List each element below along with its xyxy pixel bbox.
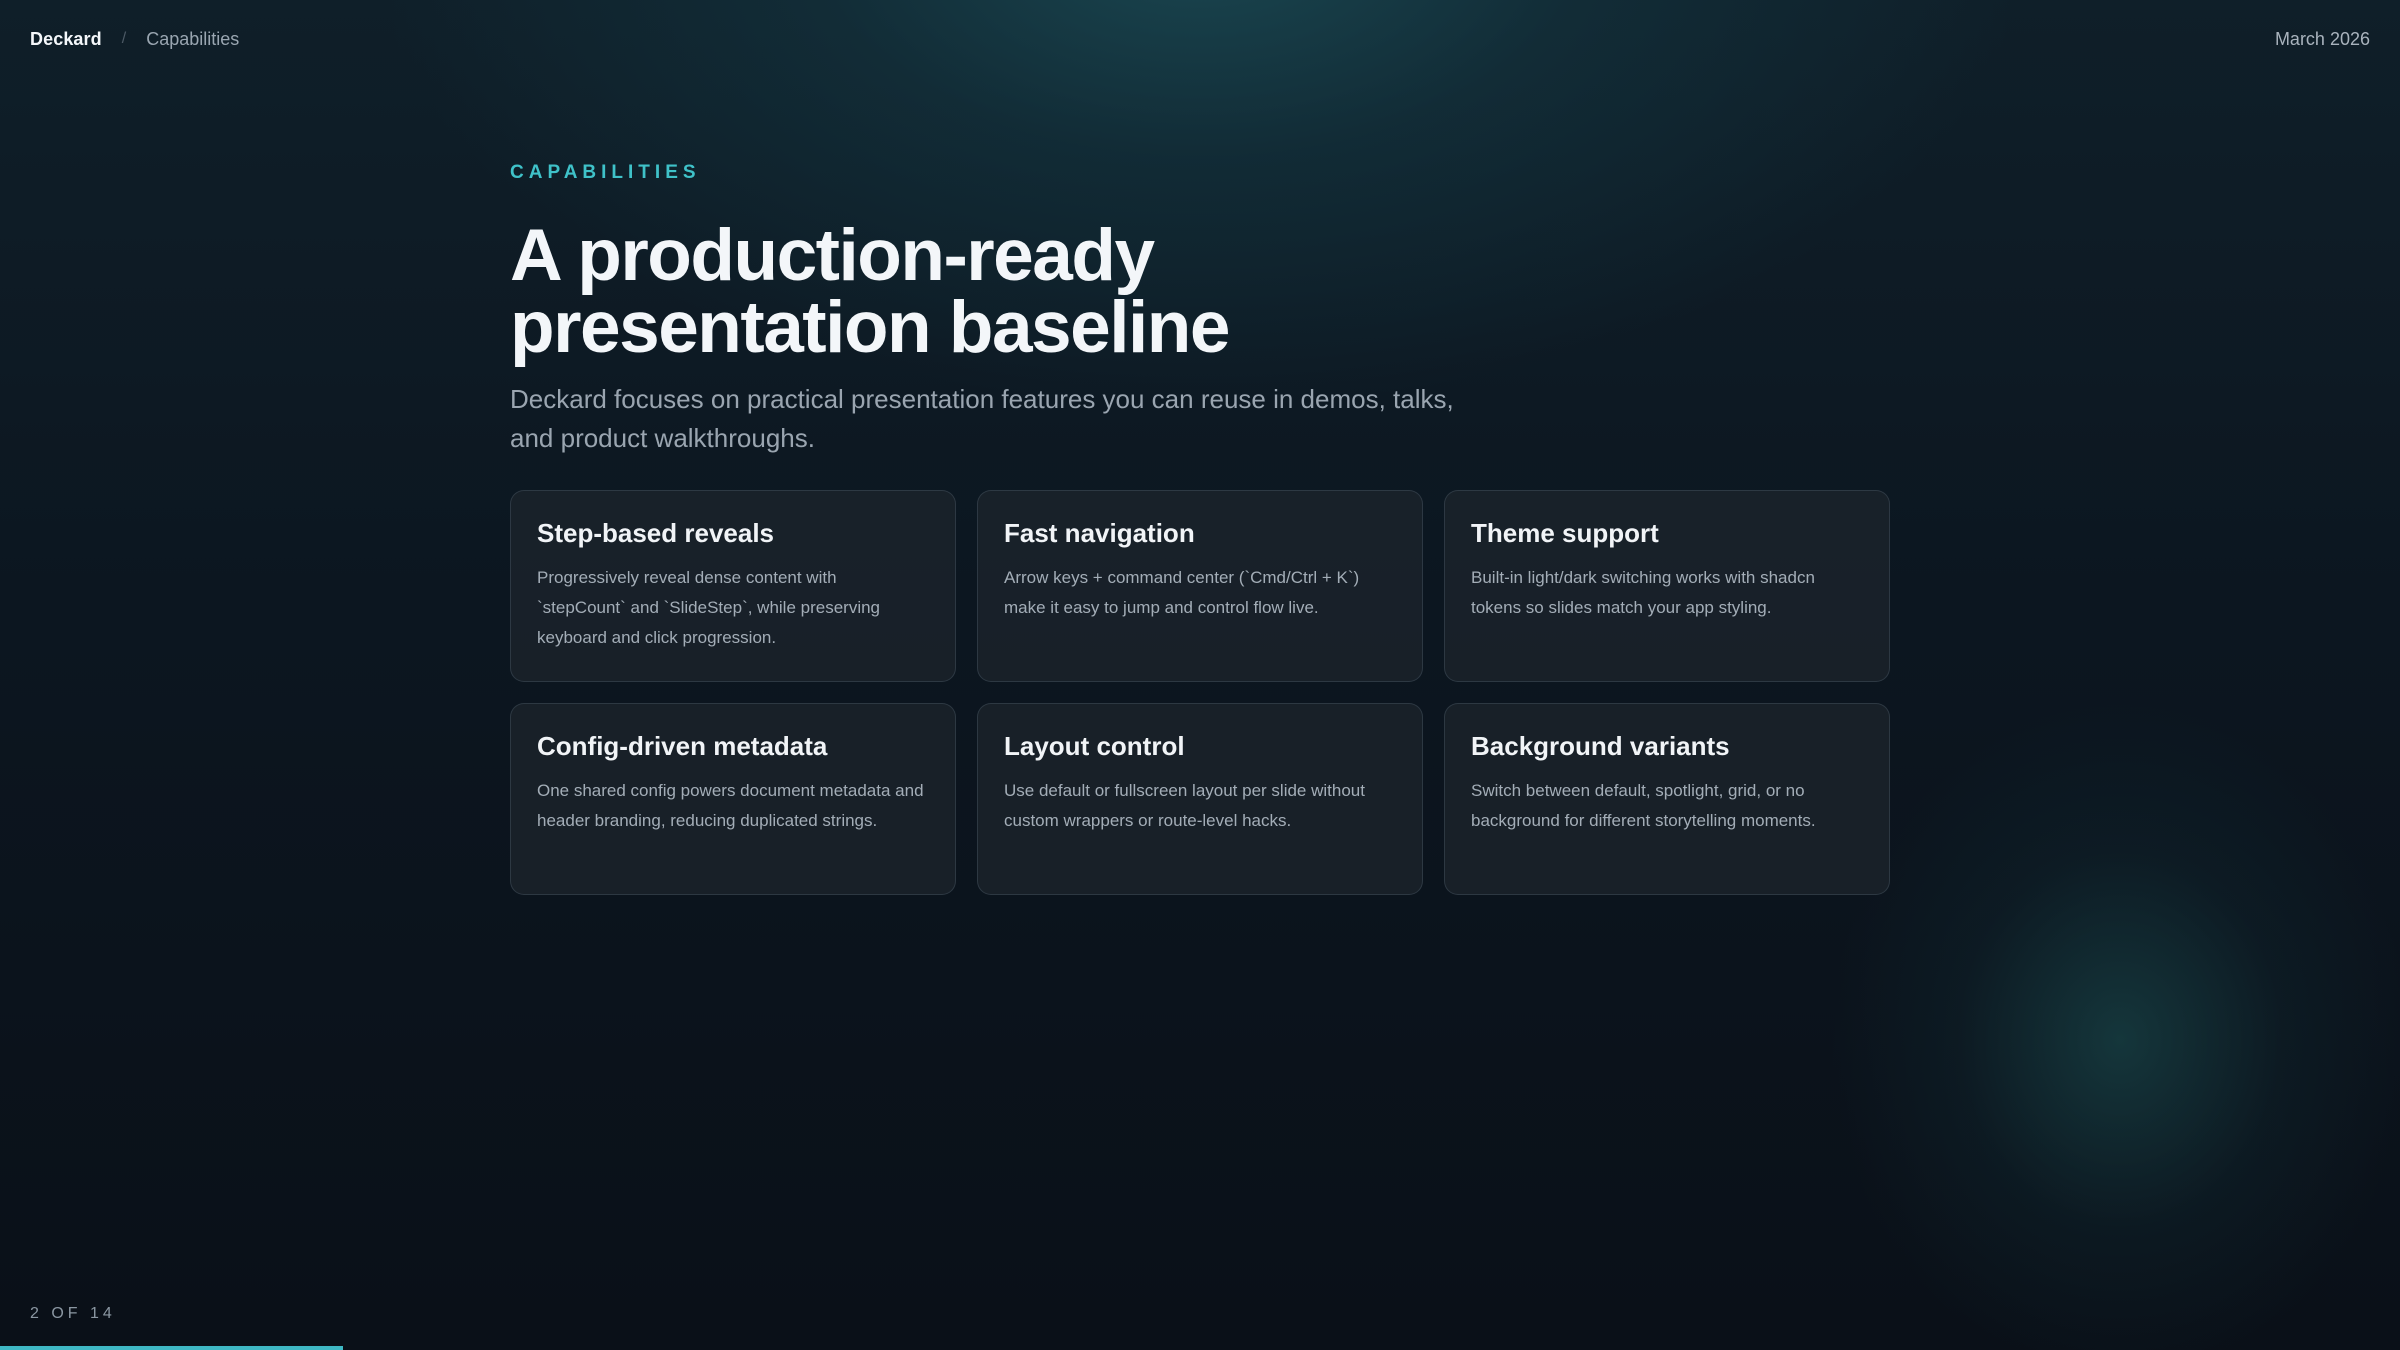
- slide-title: A production-ready presentation baseline: [510, 219, 1890, 364]
- slide-eyebrow: CAPABILITIES: [510, 162, 701, 183]
- feature-card-description: One shared config powers document metada…: [537, 781, 924, 830]
- feature-card-description: Arrow keys + command center (`Cmd/Ctrl +…: [1004, 568, 1360, 617]
- slide-subtitle: Deckard focuses on practical presentatio…: [510, 384, 1454, 453]
- feature-card-theme-support: Theme support Built-in light/dark switch…: [1444, 490, 1890, 682]
- feature-card-title: Layout control: [1004, 731, 1185, 761]
- feature-card-description: Built-in light/dark switching works with…: [1471, 568, 1815, 617]
- feature-card-title: Step-based reveals: [537, 518, 775, 548]
- brand-name[interactable]: Deckard: [30, 29, 102, 50]
- feature-card-description: Progressively reveal dense content with …: [537, 568, 881, 647]
- breadcrumb-current: Capabilities: [146, 28, 240, 49]
- feature-card-step-based-reveals: Step-based reveals Progressively reveal …: [510, 490, 956, 682]
- slide-title-line-2: presentation baseline: [510, 287, 1231, 368]
- slide-progress-fill: [0, 1346, 343, 1350]
- feature-card-layout-control: Layout control Use default or fullscreen…: [977, 703, 1423, 895]
- slide-counter: 2 OF 14: [30, 1305, 116, 1322]
- top-bar: Deckard / Capabilities March 2026: [30, 27, 2370, 51]
- slide-progress-bar: [0, 1346, 2400, 1350]
- feature-card-title: Background variants: [1471, 731, 1730, 761]
- feature-card-fast-navigation: Fast navigation Arrow keys + command cen…: [977, 490, 1423, 682]
- feature-card-description: Use default or fullscreen layout per sli…: [1004, 781, 1365, 830]
- breadcrumb-separator: /: [121, 30, 127, 47]
- feature-grid: Step-based reveals Progressively reveal …: [510, 490, 1890, 895]
- slide-title-line-1: A production-ready: [510, 215, 1155, 296]
- feature-card-background-variants: Background variants Switch between defau…: [1444, 703, 1890, 895]
- feature-card-config-driven-metadata: Config-driven metadata One shared config…: [510, 703, 956, 895]
- feature-card-title: Fast navigation: [1004, 518, 1195, 548]
- feature-card-title: Config-driven metadata: [537, 731, 828, 761]
- feature-card-description: Switch between default, spotlight, grid,…: [1471, 781, 1816, 830]
- slide-content: CAPABILITIES A production-ready presenta…: [510, 162, 1890, 895]
- header-date: March 2026: [2274, 28, 2370, 49]
- feature-card-title: Theme support: [1471, 518, 1659, 548]
